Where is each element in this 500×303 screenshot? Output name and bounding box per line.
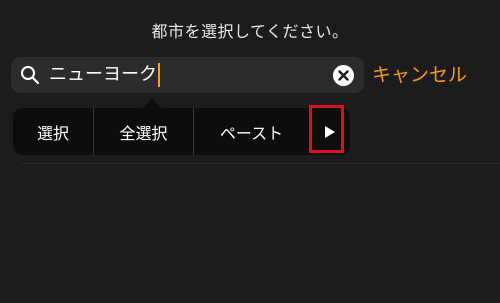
city-picker-screen: 都市を選択してください。 ニューヨーク キャンセル 選択 全選択 ペースト <box>0 0 500 303</box>
menu-item-paste[interactable]: ペースト <box>194 108 309 155</box>
edit-menu: 選択 全選択 ペースト <box>13 108 350 155</box>
search-input[interactable]: ニューヨーク <box>49 63 160 87</box>
clear-icon[interactable] <box>333 65 354 86</box>
search-input-value: ニューヨーク <box>49 64 157 85</box>
menu-item-select[interactable]: 選択 <box>13 108 94 155</box>
page-title: 都市を選択してください。 <box>151 22 349 41</box>
search-field[interactable]: ニューヨーク <box>11 57 364 93</box>
menu-item-select-all[interactable]: 全選択 <box>94 108 194 155</box>
divider <box>22 163 500 164</box>
search-icon <box>20 65 40 85</box>
cancel-button[interactable]: キャンセル <box>372 60 467 90</box>
text-caret <box>158 63 160 87</box>
highlight-annotation <box>309 105 344 153</box>
